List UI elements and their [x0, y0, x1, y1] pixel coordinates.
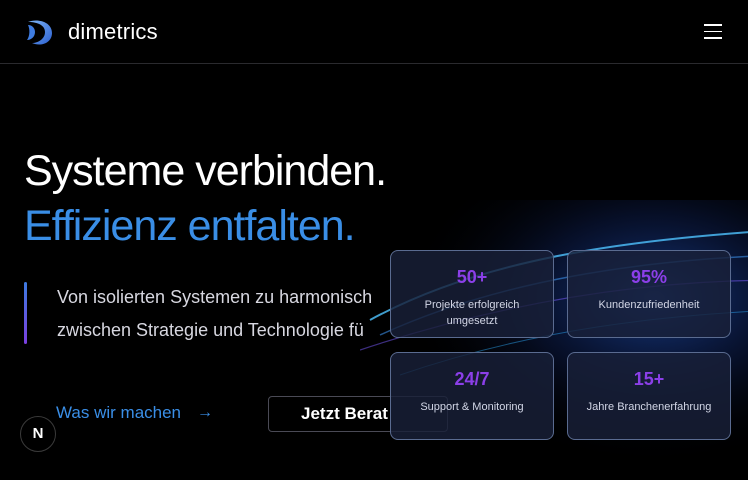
- stat-card-projects: 50+ Projekte erfolgreich umgesetzt: [390, 250, 554, 338]
- stat-value: 95%: [630, 267, 668, 287]
- site-header: dimetrics: [0, 0, 748, 64]
- hero-lead-line2: zwischen Strategie und Technologie fü: [57, 320, 364, 340]
- stat-value: 15+: [633, 369, 665, 389]
- brand-logo-link[interactable]: dimetrics: [24, 16, 158, 48]
- stat-label: Projekte erfolgreich umgesetzt: [424, 299, 520, 327]
- hero-title-line1: Systeme verbinden.: [24, 147, 387, 195]
- stat-value: 24/7: [454, 369, 490, 389]
- stat-value: 50+: [456, 267, 488, 287]
- nextjs-badge-icon[interactable]: N: [20, 416, 56, 452]
- stat-card-support: 24/7 Support & Monitoring: [390, 352, 554, 440]
- stat-label: Support & Monitoring: [420, 401, 524, 413]
- hero-title-line2: Effizienz entfalten.: [24, 202, 356, 250]
- hero-lead-line1: Von isolierten Systemen zu harmonisch: [57, 287, 373, 307]
- stat-label: Jahre Branchenerfahrung: [586, 401, 712, 413]
- hamburger-menu-icon[interactable]: [704, 24, 722, 40]
- dimetrics-logo-icon: [27, 20, 52, 45]
- arrow-right-icon: →: [197, 404, 214, 421]
- stat-label: Kundenzufriedenheit: [598, 299, 700, 311]
- lead-accent-bar: [24, 282, 27, 344]
- stat-card-experience: 15+ Jahre Branchenerfahrung: [567, 352, 731, 440]
- stat-card-satisfaction: 95% Kundenzufriedenheit: [567, 250, 731, 338]
- what-we-do-label: Was wir machen: [56, 403, 182, 422]
- what-we-do-link[interactable]: Was wir machen →: [56, 403, 213, 423]
- brand-name: dimetrics: [68, 19, 158, 44]
